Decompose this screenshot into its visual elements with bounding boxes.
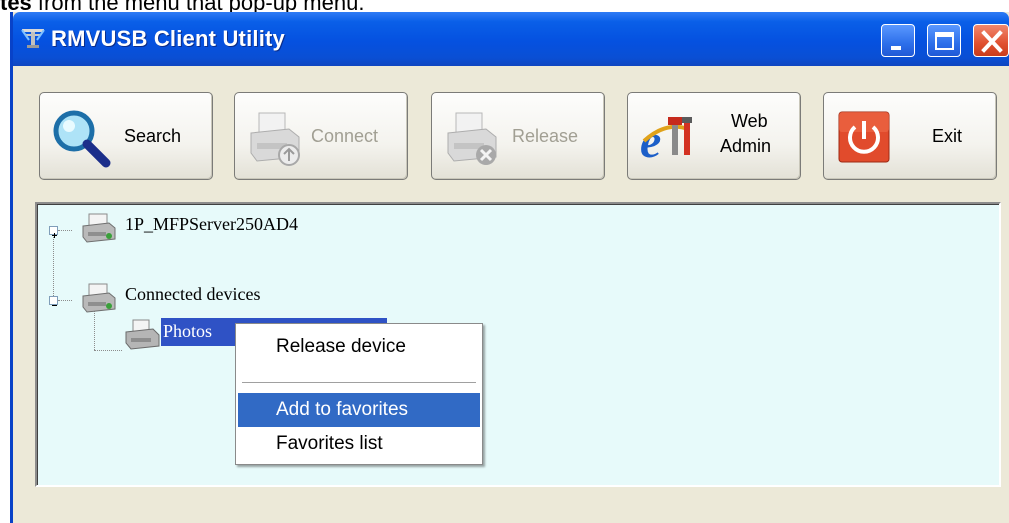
mfp-server-icon bbox=[82, 213, 116, 243]
release-button[interactable]: Release bbox=[431, 92, 605, 180]
web-admin-label-line2: Admin bbox=[720, 136, 772, 156]
connect-button[interactable]: Connect bbox=[234, 92, 408, 180]
minimize-button[interactable] bbox=[881, 24, 915, 57]
exit-button[interactable]: Exit bbox=[823, 92, 997, 180]
tree-connector-line bbox=[58, 300, 72, 301]
tree-connector-line bbox=[94, 350, 122, 351]
menu-item-release-device[interactable]: Release device bbox=[238, 330, 480, 364]
web-admin-label-line1: Web bbox=[731, 111, 768, 131]
tree-connector-line bbox=[94, 310, 95, 350]
device-node-label: Photos bbox=[163, 321, 213, 341]
printer-release-icon bbox=[447, 112, 497, 165]
network-app-icon bbox=[21, 29, 45, 48]
menu-item-add-to-favorites[interactable]: Add to favorites bbox=[238, 393, 480, 427]
connect-label: Connect bbox=[311, 126, 379, 146]
printer-connect-icon bbox=[250, 112, 300, 166]
close-icon bbox=[981, 30, 1003, 53]
web-admin-button[interactable]: e Web Admin bbox=[627, 92, 801, 180]
server-node-label[interactable]: 1P_MFPServer250AD4 bbox=[125, 214, 298, 235]
ie-tools-icon: e bbox=[640, 115, 692, 167]
search-button[interactable]: Search bbox=[39, 92, 213, 180]
title-bar[interactable]: RMVUSB Client Utility bbox=[13, 12, 1009, 66]
maximize-icon bbox=[935, 32, 954, 50]
app-window: RMVUSB Client Utility Search Connect Rel… bbox=[10, 12, 1009, 523]
printer-device-icon bbox=[125, 319, 160, 350]
page-caption: tes from the menu that pop-up menu. bbox=[0, 0, 1009, 15]
device-tree[interactable]: 1P_MFPServer250AD4 Connected devices Pho… bbox=[35, 202, 1001, 487]
close-button[interactable] bbox=[973, 24, 1009, 57]
connected-devices-label[interactable]: Connected devices bbox=[125, 284, 260, 305]
collapse-connected-toggle[interactable] bbox=[49, 296, 58, 306]
context-menu: Release device Add to favorites Favorite… bbox=[235, 323, 483, 465]
plus-icon bbox=[52, 233, 57, 238]
connected-devices-icon bbox=[82, 283, 116, 313]
expand-server-toggle[interactable] bbox=[49, 226, 58, 238]
magnifier-icon bbox=[53, 110, 111, 168]
window-title: RMVUSB Client Utility bbox=[51, 26, 285, 51]
power-icon bbox=[838, 111, 890, 163]
exit-label: Exit bbox=[932, 126, 963, 146]
minus-icon bbox=[52, 305, 57, 306]
menu-item-favorites-list[interactable]: Favorites list bbox=[238, 427, 480, 461]
minimize-icon bbox=[891, 46, 901, 50]
svg-text:e: e bbox=[640, 115, 661, 167]
maximize-button[interactable] bbox=[927, 24, 961, 57]
menu-separator bbox=[242, 382, 476, 384]
release-label: Release bbox=[512, 126, 579, 146]
search-label: Search bbox=[124, 126, 182, 146]
tree-connector-line bbox=[58, 230, 72, 231]
